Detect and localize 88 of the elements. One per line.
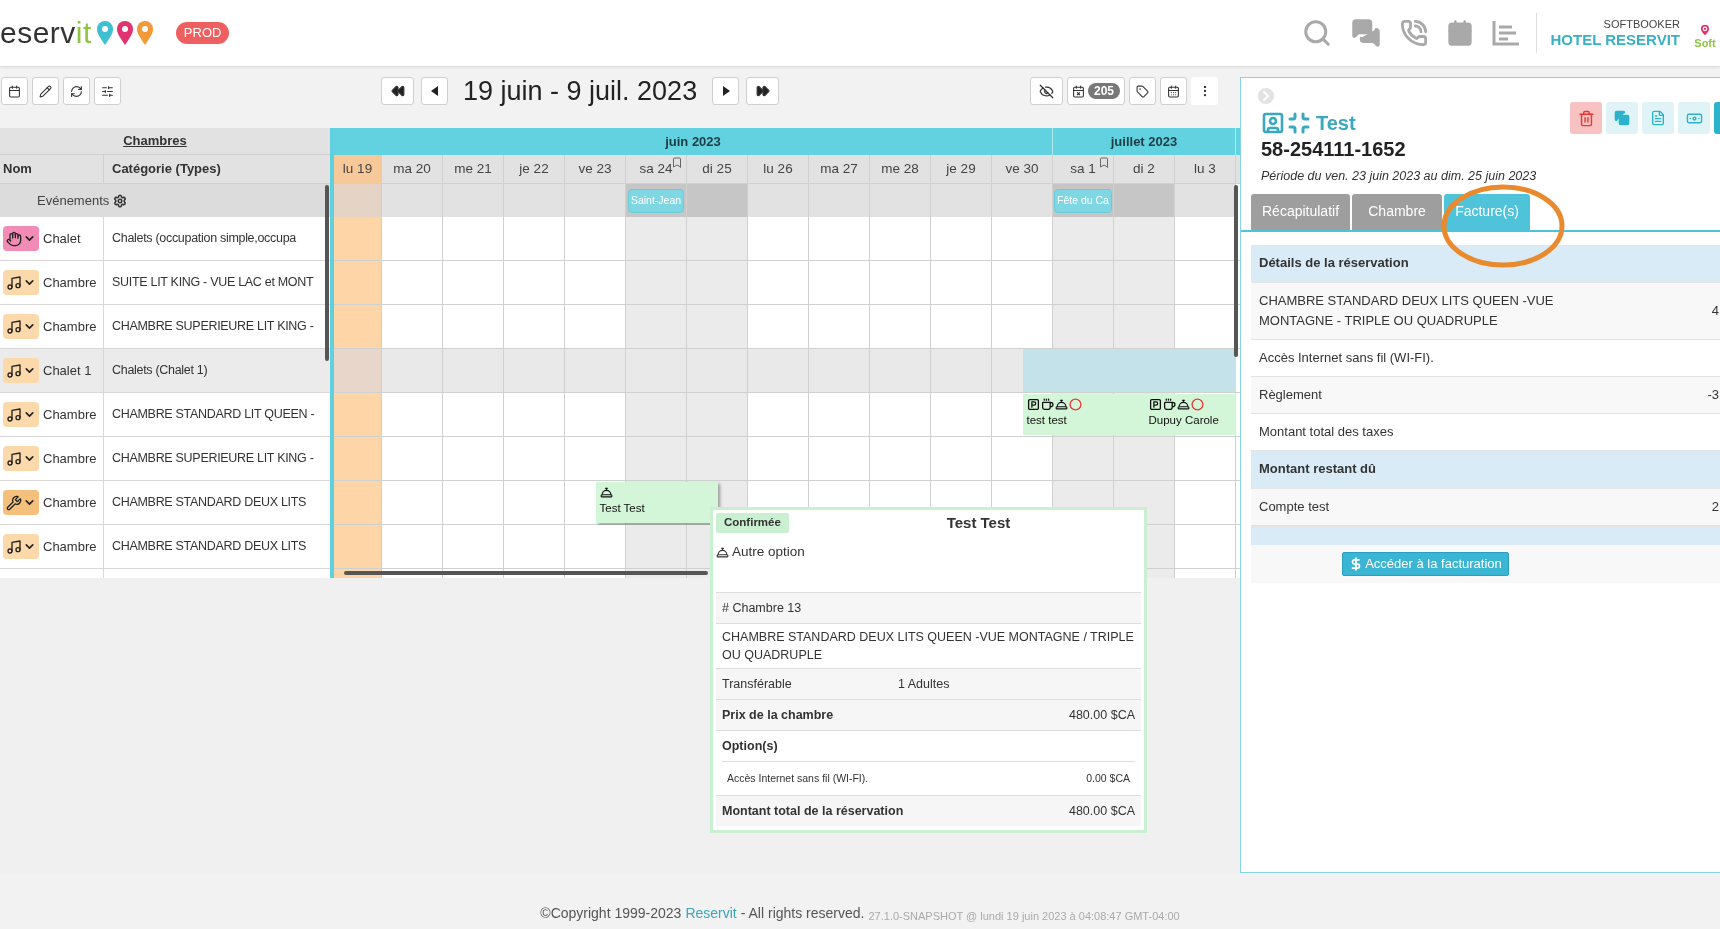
day-header: ve 23 [565,155,626,183]
room-name: Chambre [43,537,97,556]
total-value: 480.00 $CA [1068,802,1135,820]
room-category: Chalets (occupation simple,occupa [112,230,296,248]
calendar-row[interactable]: test test Dupuy Carole [334,393,1240,437]
day-header: ma 27 [809,155,870,183]
room-category: CHAMBRE STANDARD DEUX LITS [112,494,307,512]
pending-button[interactable]: 205 [1066,77,1125,105]
room-category: CHAMBRE SUPERIEURE LIT KING - [112,450,314,468]
day-header: di 25 [687,155,748,183]
room-row[interactable]: Chambre CHAMBRE STANDARD DEUX LITS [0,525,330,569]
day-header: je 22 [504,155,565,183]
room-row[interactable]: Chambre SUITE LIT KING - VUE LAC et MONT [0,261,330,305]
day-header: je 29 [931,155,992,183]
copyright-text: ©Copyright 1999-2023 [540,904,682,923]
section-title: Montant restant dû [1259,460,1376,478]
option-text: Autre option [732,542,805,561]
status-badge: Confirmée [716,513,789,533]
guest-count: 1 Adultes [898,675,950,693]
room-category: Chalets (Chalet 1) [112,362,208,380]
date-range: 19 juin - 9 juil. 2023 [463,74,698,108]
booking-bar[interactable]: test test [1022,394,1145,435]
reservation-name: Test [1316,111,1356,136]
price-label: Prix de la chambre [722,706,834,724]
column-header: Catégorie (Types) [112,160,221,179]
total-label: Montant total de la réservation [722,802,904,820]
column-header: Nom [3,160,32,179]
section-title: Détails de la réservation [1259,254,1409,272]
invoice-amount: 4 [1711,302,1720,320]
logo-text: eservit [0,18,92,48]
count-badge: 205 [1087,83,1120,99]
room-category: CHAMBRE STANDARD DEUX LITS [112,538,307,556]
room-category: SUITE LIT KING - VUE LAC et MONT [112,274,314,292]
invoice-amount: 2 [1711,498,1720,516]
reservation-period: Période du ven. 23 juin 2023 au dim. 25 juin 2023 [1261,168,1538,185]
day-header: di 2 [1114,155,1175,183]
transfer-label: Transférable [722,675,793,693]
room-row[interactable]: Chambre CHAMBRE STANDARD LIT QUEEN - [0,393,330,437]
company-name: SOFTBOOKER [1603,17,1680,31]
environment-badge: PROD [175,22,230,44]
version-text: 27.1.0-SNAPSHOT @ lundi 19 juin 2023 à 04:08:47 GMT-04:00 [868,908,1180,924]
room-name: Chambre [43,405,97,424]
day-header: lu 19 [334,155,382,183]
day-header: lu 26 [748,155,809,183]
day-header: ve 30 [992,155,1053,183]
room-category: CHAMBRE SUPERIEURE LIT KING - [112,318,314,336]
room-number: # Chambre 13 [722,599,802,617]
reservation-number: 58-254111-1652 [1261,138,1407,160]
invoice-line: Accès Internet sans fil (WI-FI). [1259,348,1435,367]
options-label: Option(s) [722,737,778,755]
booking-bar[interactable]: Test Test [595,482,718,523]
day-header: lu 3 [1175,155,1236,183]
guest-name: Test Test [599,501,646,516]
guest-name: Dupuy Carole [1148,413,1220,428]
room-name: Chambre [43,449,97,468]
booking-bar[interactable]: Dupuy Carole [1144,394,1236,435]
room-name: Chambre [43,273,97,292]
room-row[interactable]: Chambre CHAMBRE SUPERIEURE LIT KING - [0,437,330,481]
day-header: me 28 [870,155,931,183]
room-category: CHAMBRE STANDARD LIT QUEEN - [112,406,315,424]
room-row[interactable]: Chambre CHAMBRE STANDARD DEUX LITS [0,481,330,525]
day-header: sa 1 [1053,155,1114,183]
room-name: Chambre [43,317,97,336]
option-price: 0.00 $CA [1086,770,1130,786]
day-header: me 21 [443,155,504,183]
group-title: Chambres [123,132,187,151]
option-line: Accès Internet sans fil (WI-FI). [727,770,869,786]
month-label: juillet 2023 [1110,132,1178,151]
room-description: CHAMBRE STANDARD DEUX LITS QUEEN -VUE MONTAGNE / TRIPLE OU QUADRUPLE [722,630,1134,662]
events-label: Evénements [37,191,110,210]
room-row[interactable]: Chambre CHAMBRE SUPERIEURE LIT KING - [0,305,330,349]
room-name: Chalet 1 [43,361,92,380]
brand-name: Soft [1694,37,1716,49]
room-row[interactable]: Chalet Chalets (occupation simple,occupa [0,217,330,261]
price-value: 480.00 $CA [1068,706,1135,724]
day-header: sa 24 [626,155,687,183]
rights-text: - All rights reserved. [740,904,865,923]
day-header: ma 20 [382,155,443,183]
invoice-line: CHAMBRE STANDARD DEUX LITS QUEEN -VUE MONTAGNE - TRIPLE OU QUADRUPLE [1259,291,1555,330]
month-label: juin 2023 [665,132,721,151]
room-name: Chambre [43,493,97,512]
invoice-line: Règlement [1259,385,1323,404]
invoice-amount: -3 [1707,386,1720,404]
guest-name: test test [1026,413,1068,428]
invoice-line: Compte test [1259,497,1331,516]
invoice-line: Montant total des taxes [1259,422,1395,441]
room-row[interactable]: Chalet 1 Chalets (Chalet 1) [0,349,330,393]
room-name: Chalet [43,229,81,248]
